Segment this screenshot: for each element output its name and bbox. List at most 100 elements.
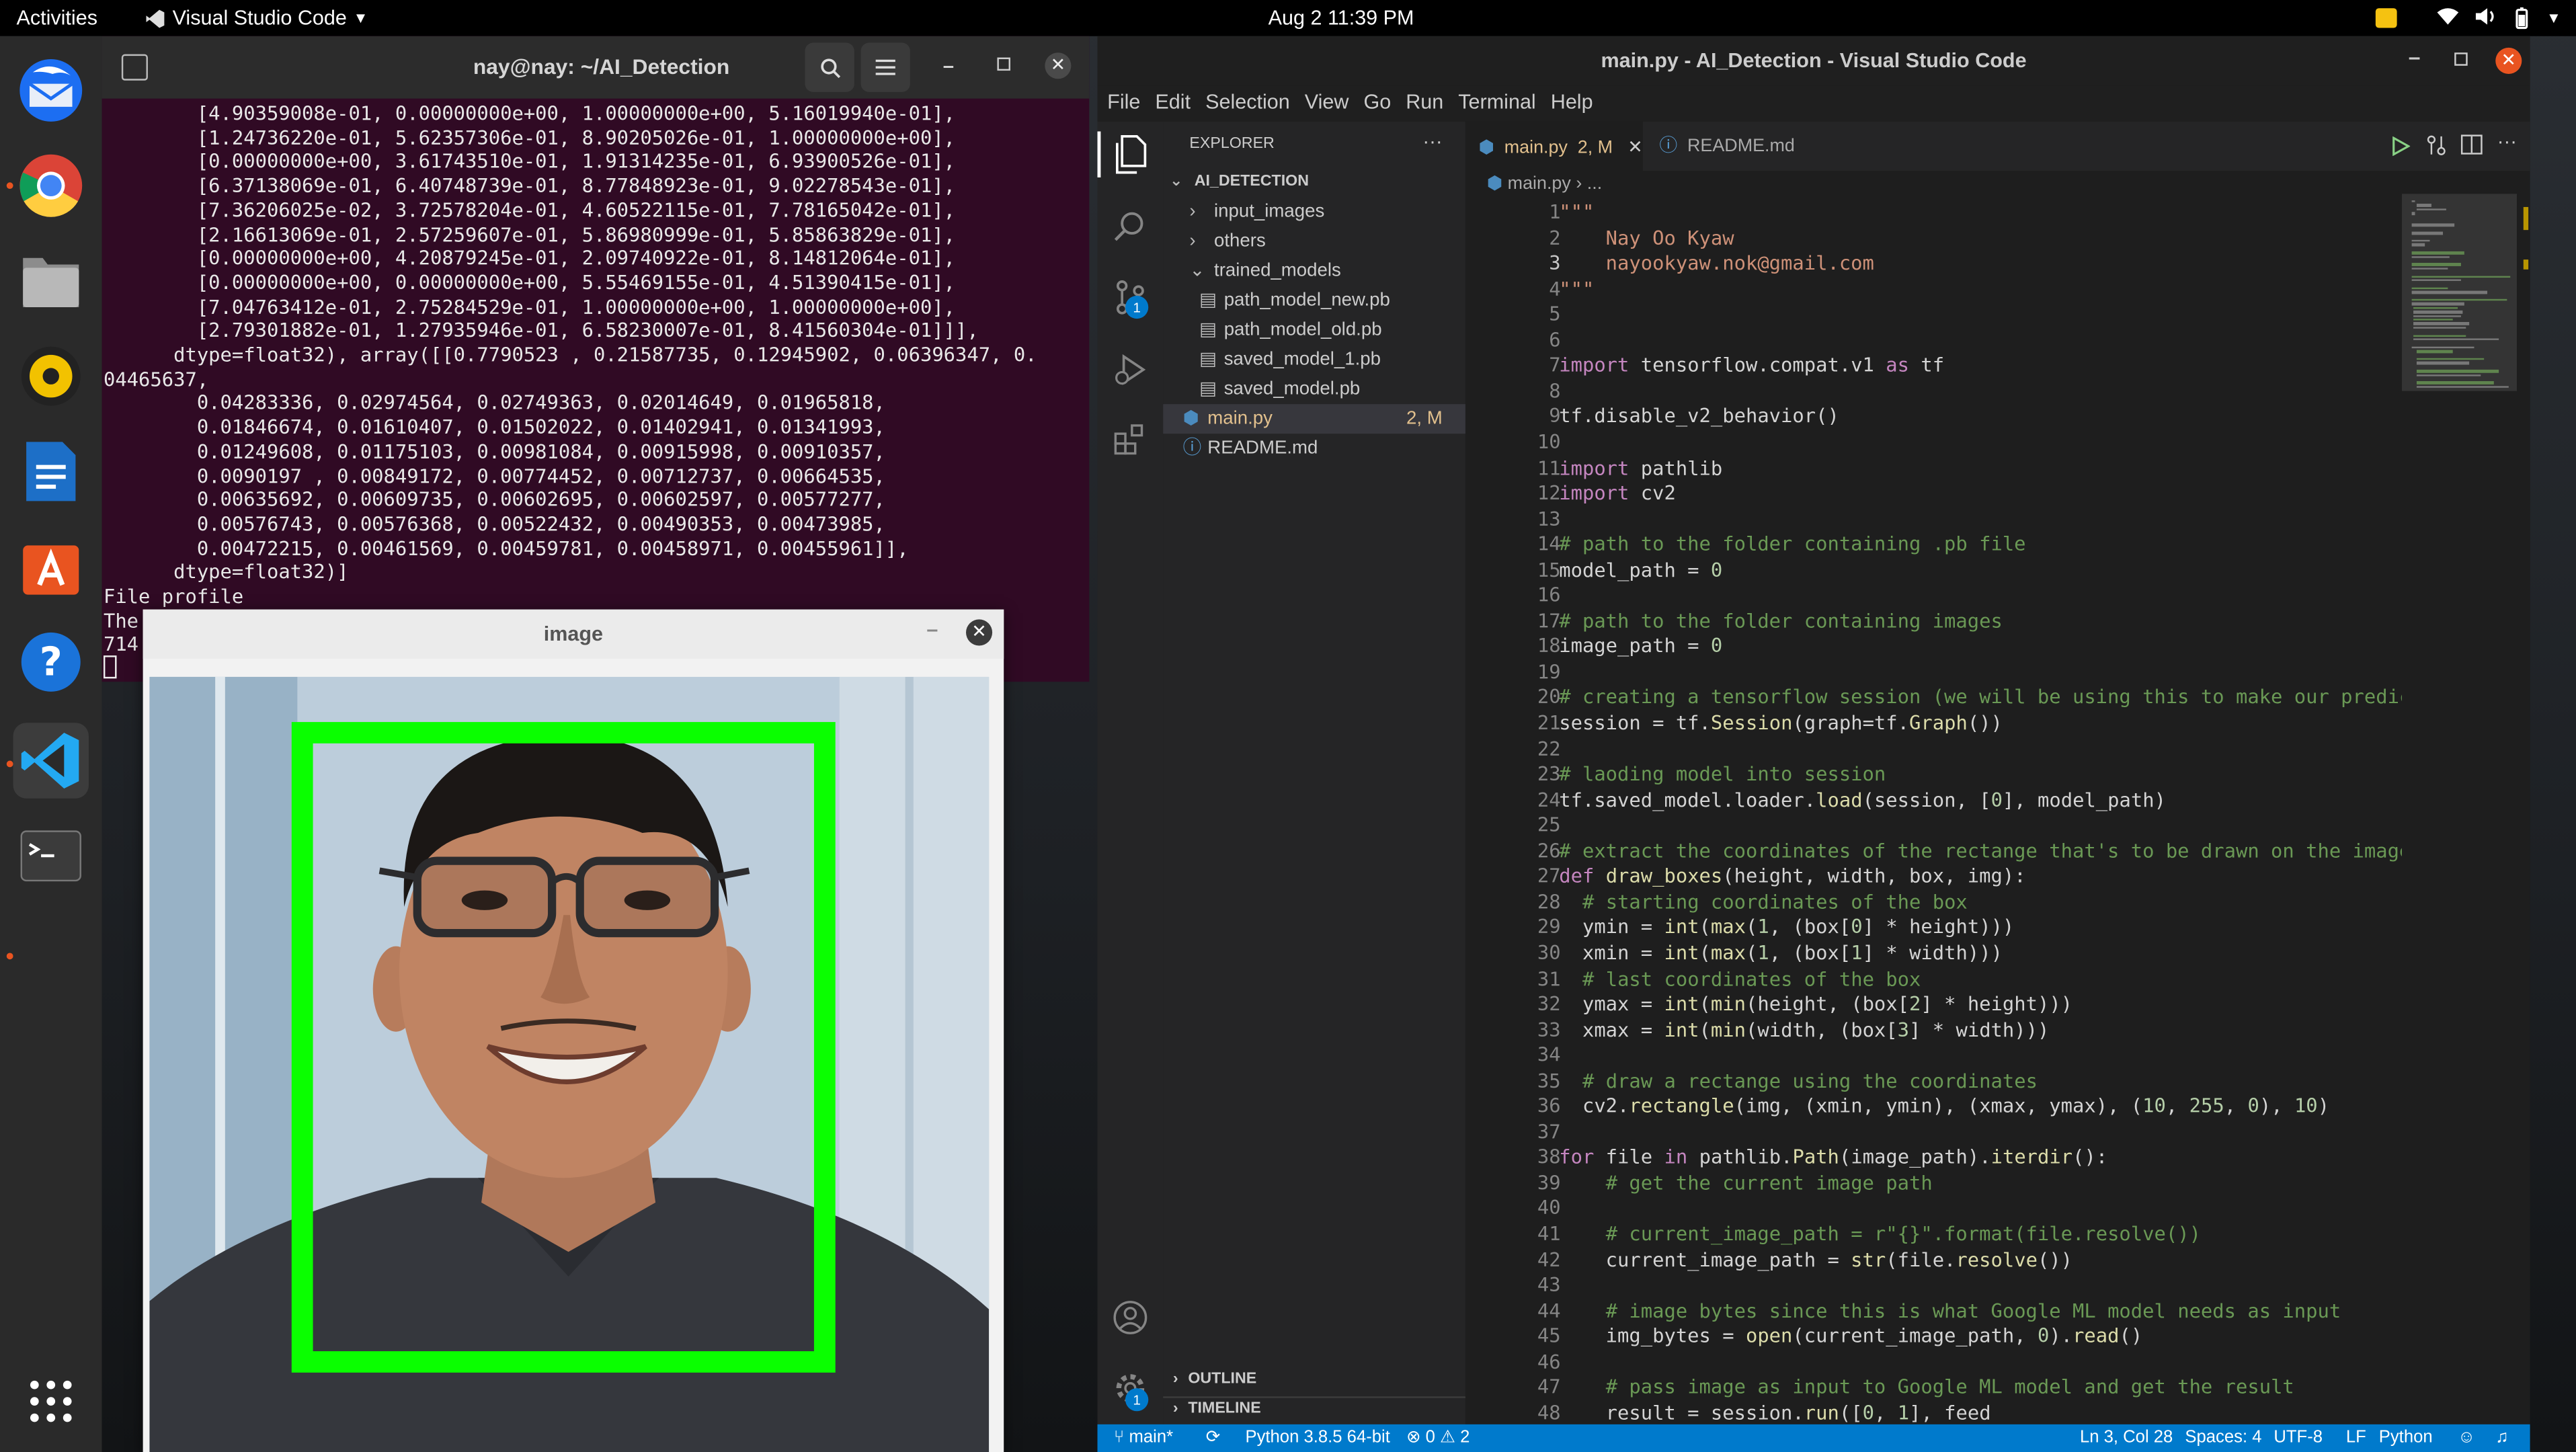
code-editor[interactable]: 1 """ 2 Nay Oo Kyaw 3 nayookyaw.nok@gmail.c… (1465, 194, 2402, 1424)
breadcrumb-file[interactable]: main.py (1508, 174, 1571, 194)
code-line[interactable]: xmax = int(min(width, (box[3] * width))) (1559, 1018, 2049, 1043)
cursor-position[interactable]: Ln 3, Col 28 (2080, 1424, 2173, 1452)
python-interpreter[interactable]: Python 3.8.5 64-bit (1245, 1424, 1390, 1452)
extensions-icon[interactable] (1113, 421, 1149, 465)
hamburger-menu-icon[interactable] (860, 42, 910, 92)
explorer-icon[interactable] (1113, 134, 1149, 182)
indentation[interactable]: Spaces: 4 (2185, 1424, 2261, 1452)
menu-view[interactable]: View (1305, 90, 1349, 113)
menu-file[interactable]: File (1107, 90, 1140, 113)
minimap[interactable] (2401, 194, 2530, 1424)
split-editor-icon[interactable] (2460, 134, 2483, 155)
close-icon[interactable]: ✕ (2495, 47, 2522, 74)
code-line[interactable]: ymin = int(max(1, (box[0] * height))) (1559, 916, 2014, 941)
code-line[interactable]: # current_image_path = r"{}".format(file… (1559, 1222, 2201, 1248)
code-line[interactable]: # path to the folder containing .pb file (1559, 532, 2025, 558)
tree-item-path-model-old-pb[interactable]: ▤ path_model_old.pb (1163, 315, 1465, 345)
terminal-icon[interactable] (13, 818, 89, 893)
files-icon[interactable] (13, 243, 89, 319)
run-debug-icon[interactable] (1113, 352, 1149, 396)
code-line[interactable]: """ (1559, 200, 1594, 226)
bell-icon[interactable]: ♫ (2495, 1424, 2508, 1452)
sync-icon[interactable]: ⟳ (1206, 1424, 1221, 1452)
tab-main-py[interactable]: ⬢ main.py 2, M ✕ (1465, 121, 1643, 171)
code-line[interactable]: # pass image as input to Google ML model… (1559, 1375, 2294, 1401)
writer-icon[interactable] (13, 434, 89, 509)
minimize-icon[interactable]: – (2409, 44, 2421, 69)
code-line[interactable]: for file in pathlib.Path(image_path).ite… (1559, 1145, 2107, 1171)
vscode-icon[interactable] (13, 723, 89, 799)
tree-item-others[interactable]: › others (1163, 227, 1465, 256)
code-line[interactable]: # extract the coordinates of the rectang… (1559, 839, 2402, 864)
tree-item-trained-models[interactable]: ⌄ trained_models (1163, 256, 1465, 286)
menu-terminal[interactable]: Terminal (1458, 90, 1535, 113)
tree-item-path-model-new-pb[interactable]: ▤ path_model_new.pb (1163, 286, 1465, 315)
notes-tray-icon[interactable] (2375, 8, 2397, 28)
software-icon[interactable] (13, 529, 89, 604)
code-line[interactable]: Nay Oo Kyaw (1559, 226, 1734, 251)
code-line[interactable]: import cv2 (1559, 481, 1676, 507)
explorer-more-icon[interactable]: ··· (1422, 130, 1442, 153)
code-line[interactable]: nayookyaw.nok@gmail.com (1559, 251, 1874, 277)
feedback-icon[interactable]: ☺ (2458, 1424, 2475, 1452)
code-line[interactable]: # laoding model into session (1559, 762, 1886, 788)
code-line[interactable]: current_image_path = str(file.resolve()) (1559, 1248, 2072, 1273)
thunderbird-icon[interactable] (13, 52, 89, 128)
search-icon[interactable] (805, 42, 854, 92)
language-mode[interactable]: Python (2379, 1424, 2433, 1452)
show-applications-icon[interactable] (13, 1363, 89, 1439)
maximize-icon[interactable] (997, 57, 1010, 71)
volume-icon[interactable] (2474, 7, 2497, 32)
new-tab-icon[interactable] (121, 54, 148, 81)
code-line[interactable]: # image bytes since this is what Google … (1559, 1299, 2341, 1324)
maximize-icon[interactable] (2454, 52, 2468, 66)
wifi-icon[interactable] (2436, 7, 2459, 32)
tree-item-ai-detection[interactable]: ⌄ AI_DETECTION (1163, 167, 1465, 197)
open-changes-icon[interactable] (2425, 134, 2448, 164)
code-line[interactable]: cv2.rectangle(img, (xmin, ymin), (xmax, … (1559, 1094, 2329, 1120)
rhythmbox-icon[interactable] (13, 338, 89, 413)
code-line[interactable]: session = tf.Session(graph=tf.Graph()) (1559, 711, 2003, 737)
help-icon[interactable]: ? (13, 624, 89, 700)
code-line[interactable]: xmin = int(max(1, (box[1] * width))) (1559, 941, 2003, 967)
menu-go[interactable]: Go (1363, 90, 1391, 113)
tree-item-saved-model-1-pb[interactable]: ▤ saved_model_1.pb (1163, 345, 1465, 374)
code-line[interactable]: model_path = 0 (1559, 558, 1722, 583)
run-file-icon[interactable] (2390, 134, 2411, 164)
app-menu[interactable]: Visual Studio Code ▼ (145, 7, 368, 30)
code-line[interactable]: # get the current image path (1559, 1171, 1933, 1197)
problems-indicator[interactable]: ⊗ 0 ⚠ 2 (1406, 1424, 1470, 1452)
menu-selection[interactable]: Selection (1205, 90, 1290, 113)
activities-button[interactable]: Activities (16, 7, 97, 30)
code-line[interactable]: import pathlib (1559, 456, 1722, 481)
encoding[interactable]: UTF-8 (2273, 1424, 2323, 1452)
tree-item-readme-md[interactable]: ⓘ README.md (1163, 434, 1465, 463)
code-line[interactable]: # last coordinates of the box (1559, 967, 1921, 992)
more-actions-icon[interactable]: ··· (2497, 130, 2517, 153)
tree-item-saved-model-pb[interactable]: ▤ saved_model.pb (1163, 374, 1465, 404)
search-icon[interactable] (1114, 210, 1147, 251)
code-line[interactable]: img_bytes = open(current_image_path, 0).… (1559, 1324, 2143, 1350)
tree-item-main-py[interactable]: ⬢ main.py 2, M (1163, 404, 1465, 434)
code-line[interactable]: image_path = 0 (1559, 635, 1722, 660)
code-line[interactable]: tf.saved_model.loader.load(session, [0],… (1559, 788, 2166, 813)
terminal-output[interactable]: [4.90359008e-01, 0.00000000e+00, 1.00000… (102, 99, 1090, 682)
outline-section[interactable]: › OUTLINE (1163, 1365, 1465, 1395)
code-line[interactable]: import tensorflow.compat.v1 as tf (1559, 354, 1944, 379)
breadcrumb-symbol[interactable]: ... (1587, 174, 1602, 194)
code-line[interactable]: # draw a rectange using the coordinates (1559, 1069, 2038, 1094)
minimize-icon[interactable]: – (926, 618, 938, 641)
timeline-section[interactable]: › TIMELINE (1163, 1395, 1465, 1424)
menu-run[interactable]: Run (1406, 90, 1443, 113)
close-icon[interactable]: ✕ (1627, 138, 1643, 157)
close-icon[interactable]: ✕ (1045, 52, 1072, 79)
code-line[interactable]: # path to the folder containing images (1559, 609, 2003, 635)
tree-item-input-images[interactable]: › input_images (1163, 197, 1465, 227)
code-line[interactable]: # starting coordinates of the box (1559, 890, 1968, 916)
code-line[interactable]: def draw_boxes(height, width, box, img): (1559, 864, 2025, 890)
code-line[interactable]: tf.disable_v2_behavior() (1559, 405, 1839, 430)
system-menu-chevron-icon[interactable]: ▼ (2546, 10, 2561, 26)
code-line[interactable]: """ (1559, 277, 1594, 302)
menu-help[interactable]: Help (1551, 90, 1593, 113)
menu-edit[interactable]: Edit (1155, 90, 1191, 113)
